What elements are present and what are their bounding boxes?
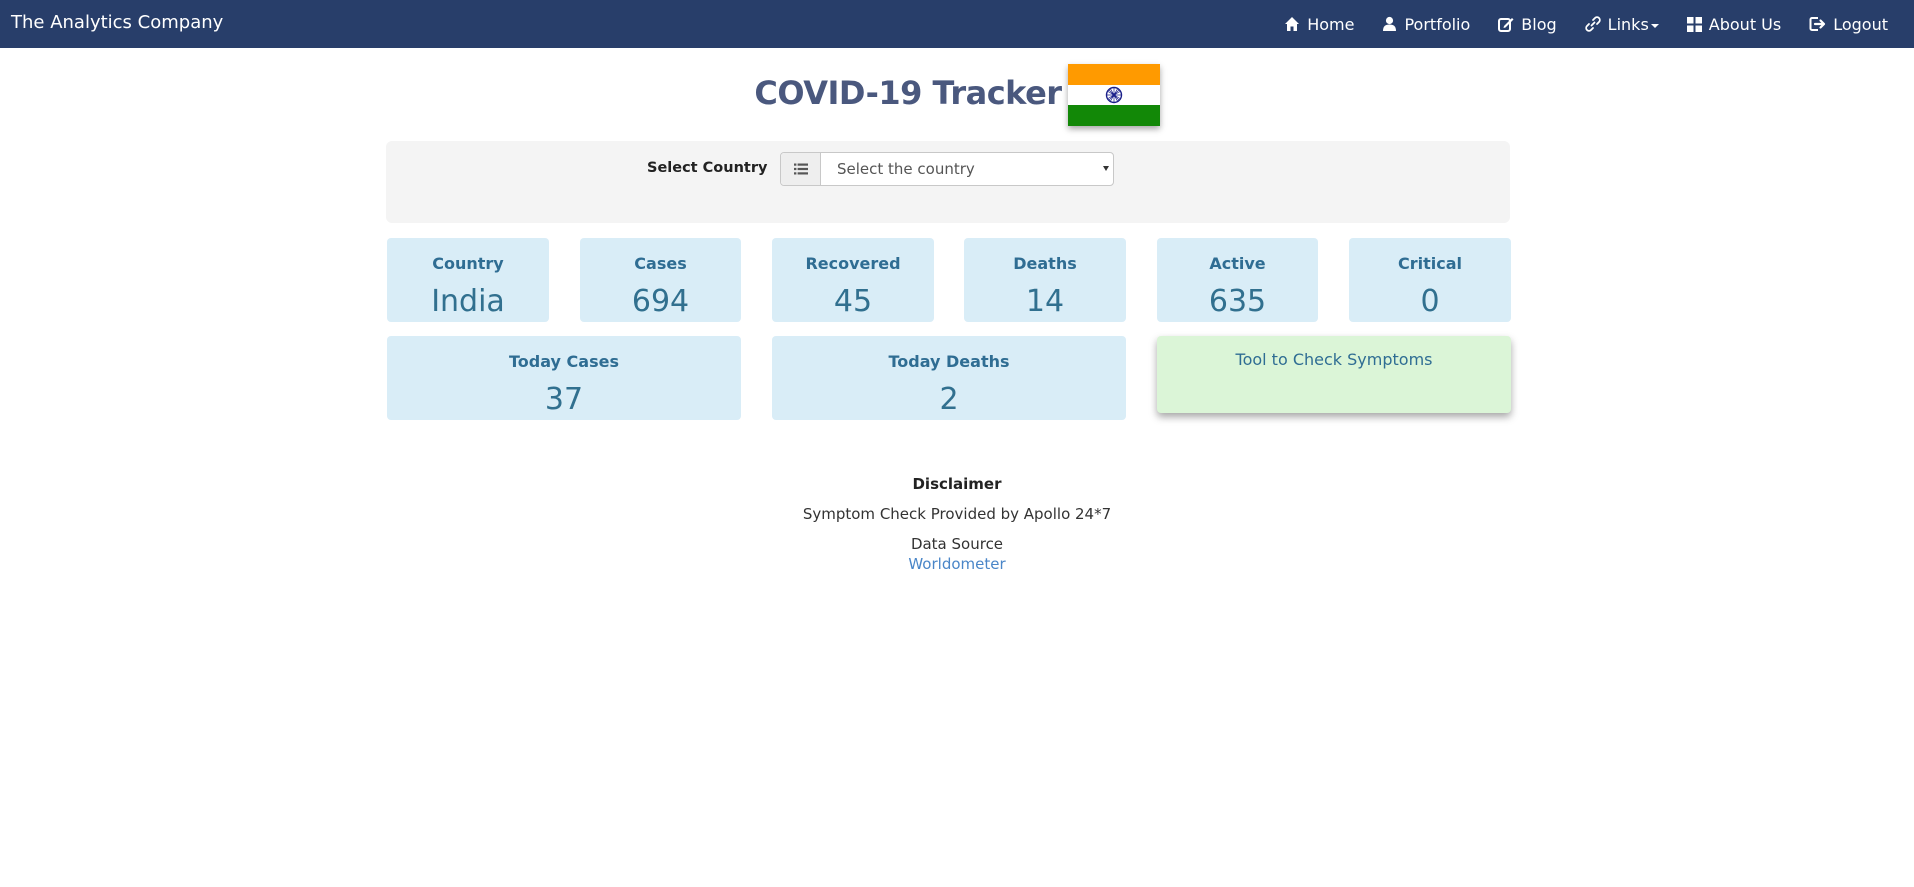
page-title: COVID-19 Tracker: [754, 74, 1062, 112]
india-flag-icon: [1067, 64, 1160, 127]
stat-card-active: Active 635: [1157, 238, 1318, 322]
list-icon: [781, 153, 821, 185]
nav-portfolio-label: Portfolio: [1404, 14, 1471, 34]
nav-menu: Home Portfolio Blog Links About Us Logou…: [1284, 0, 1888, 48]
stat-value: India: [431, 284, 505, 319]
select-arrow-icon: [1103, 166, 1109, 171]
stat-card-country: Country India: [387, 238, 549, 322]
ashoka-chakra-icon: [1105, 86, 1122, 104]
stat-value: 45: [833, 284, 873, 319]
disclaimer-heading: Disclaimer: [912, 475, 1002, 493]
stat-label: Active: [1209, 254, 1266, 273]
user-icon: [1382, 16, 1397, 32]
top-navbar: The Analytics Company Home Portfolio Blo…: [0, 0, 1914, 48]
stat-value: 0: [1420, 284, 1440, 319]
stat-label: Today Cases: [509, 352, 619, 371]
nav-logout-label: Logout: [1833, 14, 1888, 34]
data-source-label: Data Source: [910, 535, 1004, 553]
select-country-label: Select Country: [647, 160, 768, 176]
stat-value: 14: [1025, 284, 1065, 319]
nav-blog-label: Blog: [1521, 14, 1557, 34]
chevron-down-icon: [1650, 23, 1659, 28]
flag-saffron-band: [1067, 64, 1160, 85]
symptom-check-label: Tool to Check Symptoms: [1235, 350, 1433, 369]
stat-card-cases: Cases 694: [580, 238, 741, 322]
stat-value: 635: [1208, 284, 1267, 319]
nav-links-dropdown[interactable]: Links: [1584, 14, 1659, 34]
nav-about-us[interactable]: About Us: [1686, 14, 1782, 34]
nav-home-label: Home: [1307, 14, 1355, 34]
flag-green-band: [1067, 105, 1160, 127]
stat-card-critical: Critical 0: [1349, 238, 1511, 322]
nav-about-us-label: About Us: [1708, 14, 1782, 34]
symptom-provider-note: Symptom Check Provided by Apollo 24*7: [802, 505, 1112, 523]
stat-card-recovered: Recovered 45: [772, 238, 934, 322]
stat-card-today-cases: Today Cases 37: [387, 336, 741, 420]
nav-blog[interactable]: Blog: [1498, 14, 1557, 34]
stat-label: Country: [432, 254, 504, 273]
page-header: COVID-19 Tracker: [0, 60, 1914, 127]
country-select-group: Select the country: [780, 152, 1114, 186]
nav-logout[interactable]: Logout: [1809, 15, 1888, 34]
nav-links-label: Links: [1607, 14, 1649, 34]
stat-label: Cases: [634, 254, 687, 273]
stat-value: 2: [939, 382, 959, 417]
grid-icon: [1686, 16, 1702, 32]
stat-value: 37: [544, 382, 584, 417]
worldometer-link[interactable]: Worldometer: [0, 555, 1914, 573]
logout-icon: [1809, 16, 1826, 32]
stat-card-today-deaths: Today Deaths 2: [772, 336, 1126, 420]
country-select-placeholder: Select the country: [837, 160, 975, 178]
nav-home[interactable]: Home: [1284, 15, 1354, 34]
country-select[interactable]: Select the country: [821, 153, 1113, 185]
brand-link[interactable]: The Analytics Company: [11, 12, 223, 33]
home-icon: [1284, 16, 1300, 32]
stat-label: Recovered: [805, 254, 901, 273]
stat-label: Critical: [1397, 254, 1462, 273]
symptom-check-button[interactable]: Tool to Check Symptoms: [1157, 336, 1511, 413]
link-icon: [1584, 16, 1601, 32]
stat-value: 694: [631, 284, 690, 319]
nav-portfolio[interactable]: Portfolio: [1382, 15, 1470, 34]
flag-white-band: [1067, 84, 1160, 106]
edit-icon: [1498, 16, 1514, 32]
stat-label: Today Deaths: [888, 352, 1010, 371]
stat-card-deaths: Deaths 14: [964, 238, 1126, 322]
stat-label: Deaths: [1013, 254, 1077, 273]
